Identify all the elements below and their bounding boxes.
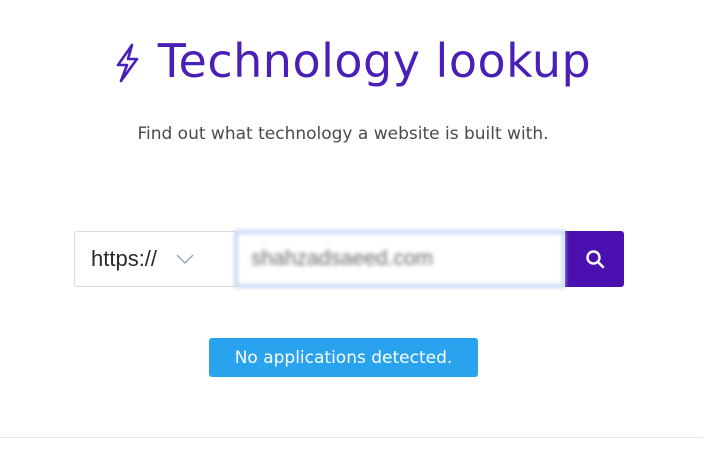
page-header: Technology lookup: [0, 34, 703, 88]
lookup-form: https://: [74, 231, 624, 287]
protocol-select[interactable]: https://: [74, 231, 235, 287]
search-icon: [585, 250, 604, 269]
search-button[interactable]: [565, 231, 624, 287]
chevron-down-icon: [176, 254, 194, 265]
page-title: Technology lookup: [157, 34, 592, 88]
lightning-bolt-icon: [116, 43, 139, 83]
status-badge: No applications detected.: [209, 338, 478, 377]
page-subtitle: Find out what technology a website is bu…: [137, 124, 549, 144]
url-input[interactable]: [235, 231, 565, 287]
divider: [0, 437, 703, 438]
protocol-value: https://: [91, 246, 158, 271]
